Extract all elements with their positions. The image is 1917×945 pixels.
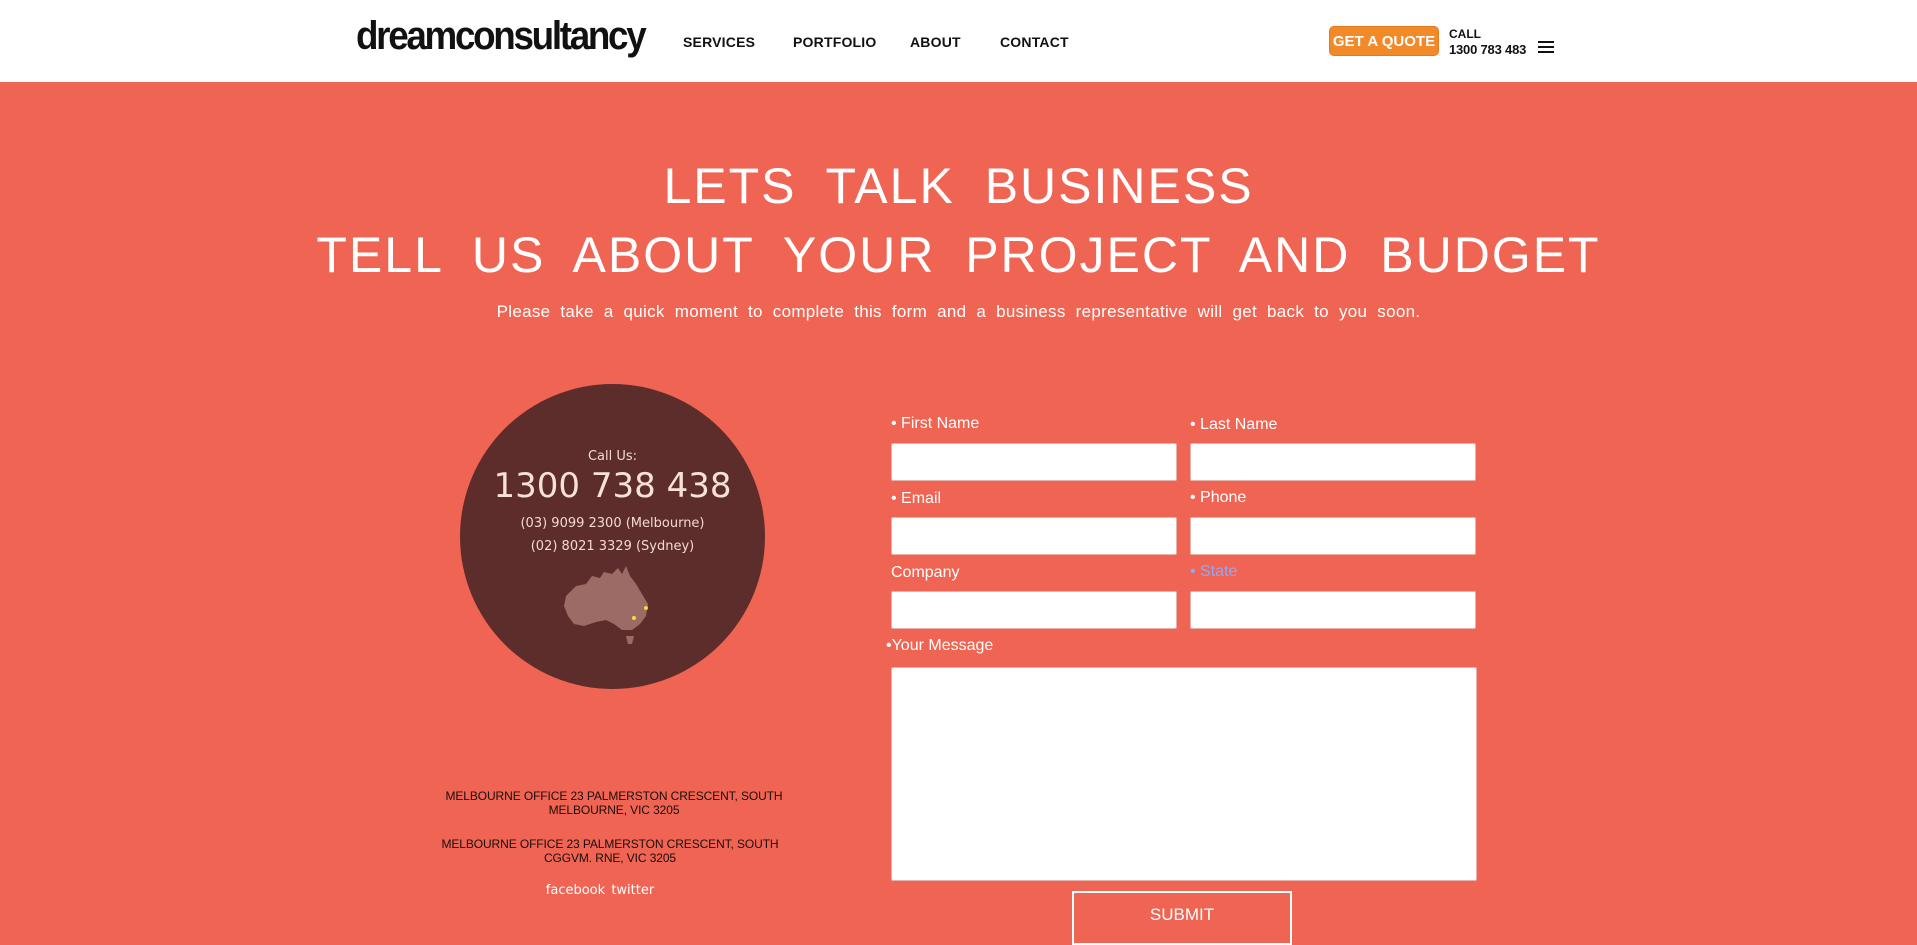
page-title: LETS TALK BUSINESS <box>663 158 1254 214</box>
site-header: dreamconsultancy SERVICES PORTFOLIO ABOU… <box>0 0 1917 82</box>
last-name-label: • Last Name <box>1190 416 1278 433</box>
sydney-phone[interactable]: (02) 8021 3329 (Sydney) <box>460 539 765 554</box>
nav-contact[interactable]: CONTACT <box>1000 34 1069 50</box>
state-input[interactable] <box>1190 591 1476 629</box>
phone-label: • Phone <box>1190 489 1247 506</box>
facebook-link[interactable]: facebook <box>546 883 605 898</box>
australia-map-icon <box>564 566 648 644</box>
email-input[interactable] <box>891 517 1177 555</box>
call-number[interactable]: 1300 783 483 <box>1449 42 1526 57</box>
state-label: • State <box>1190 563 1238 580</box>
hamburger-menu-icon[interactable] <box>1538 41 1554 53</box>
main-phone[interactable]: 1300 738 438 <box>460 466 765 506</box>
intro-text: Please take a quick moment to complete t… <box>496 302 1421 321</box>
nav-about[interactable]: ABOUT <box>910 34 961 50</box>
twitter-link[interactable]: twitter <box>611 883 654 898</box>
nav-portfolio[interactable]: PORTFOLIO <box>793 34 876 50</box>
office-address: MELBOURNE OFFICE 23 PALMERSTON CRESCENT,… <box>441 837 779 865</box>
call-label: CALL <box>1449 27 1481 41</box>
first-name-input[interactable] <box>891 443 1177 481</box>
nav-services[interactable]: SERVICES <box>683 34 755 50</box>
contact-card: Call Us: 1300 738 438 (03) 9099 2300 (Me… <box>460 384 765 689</box>
submit-button[interactable]: SUBMIT <box>1072 891 1292 945</box>
social-links: facebook twitter <box>430 883 770 898</box>
call-us-label: Call Us: <box>587 449 638 464</box>
company-input[interactable] <box>891 591 1177 629</box>
page-subtitle: TELL US ABOUT YOUR PROJECT AND BUDGET <box>316 227 1601 283</box>
message-label: •Your Message <box>886 637 994 654</box>
melbourne-phone[interactable]: (03) 9099 2300 (Melbourne) <box>460 516 765 531</box>
message-textarea[interactable] <box>891 667 1477 881</box>
office-address: MELBOURNE OFFICE 23 PALMERSTON CRESCENT,… <box>445 789 783 817</box>
last-name-input[interactable] <box>1190 443 1476 481</box>
company-label: Company <box>891 564 960 581</box>
email-label: • Email <box>891 490 942 507</box>
logo[interactable]: dreamconsultancy <box>356 14 647 59</box>
get-a-quote-button[interactable]: GET A QUOTE <box>1329 26 1439 56</box>
header-call: CALL 1300 783 483 <box>1449 27 1526 57</box>
phone-input[interactable] <box>1190 517 1476 555</box>
first-name-label: • First Name <box>891 415 980 432</box>
